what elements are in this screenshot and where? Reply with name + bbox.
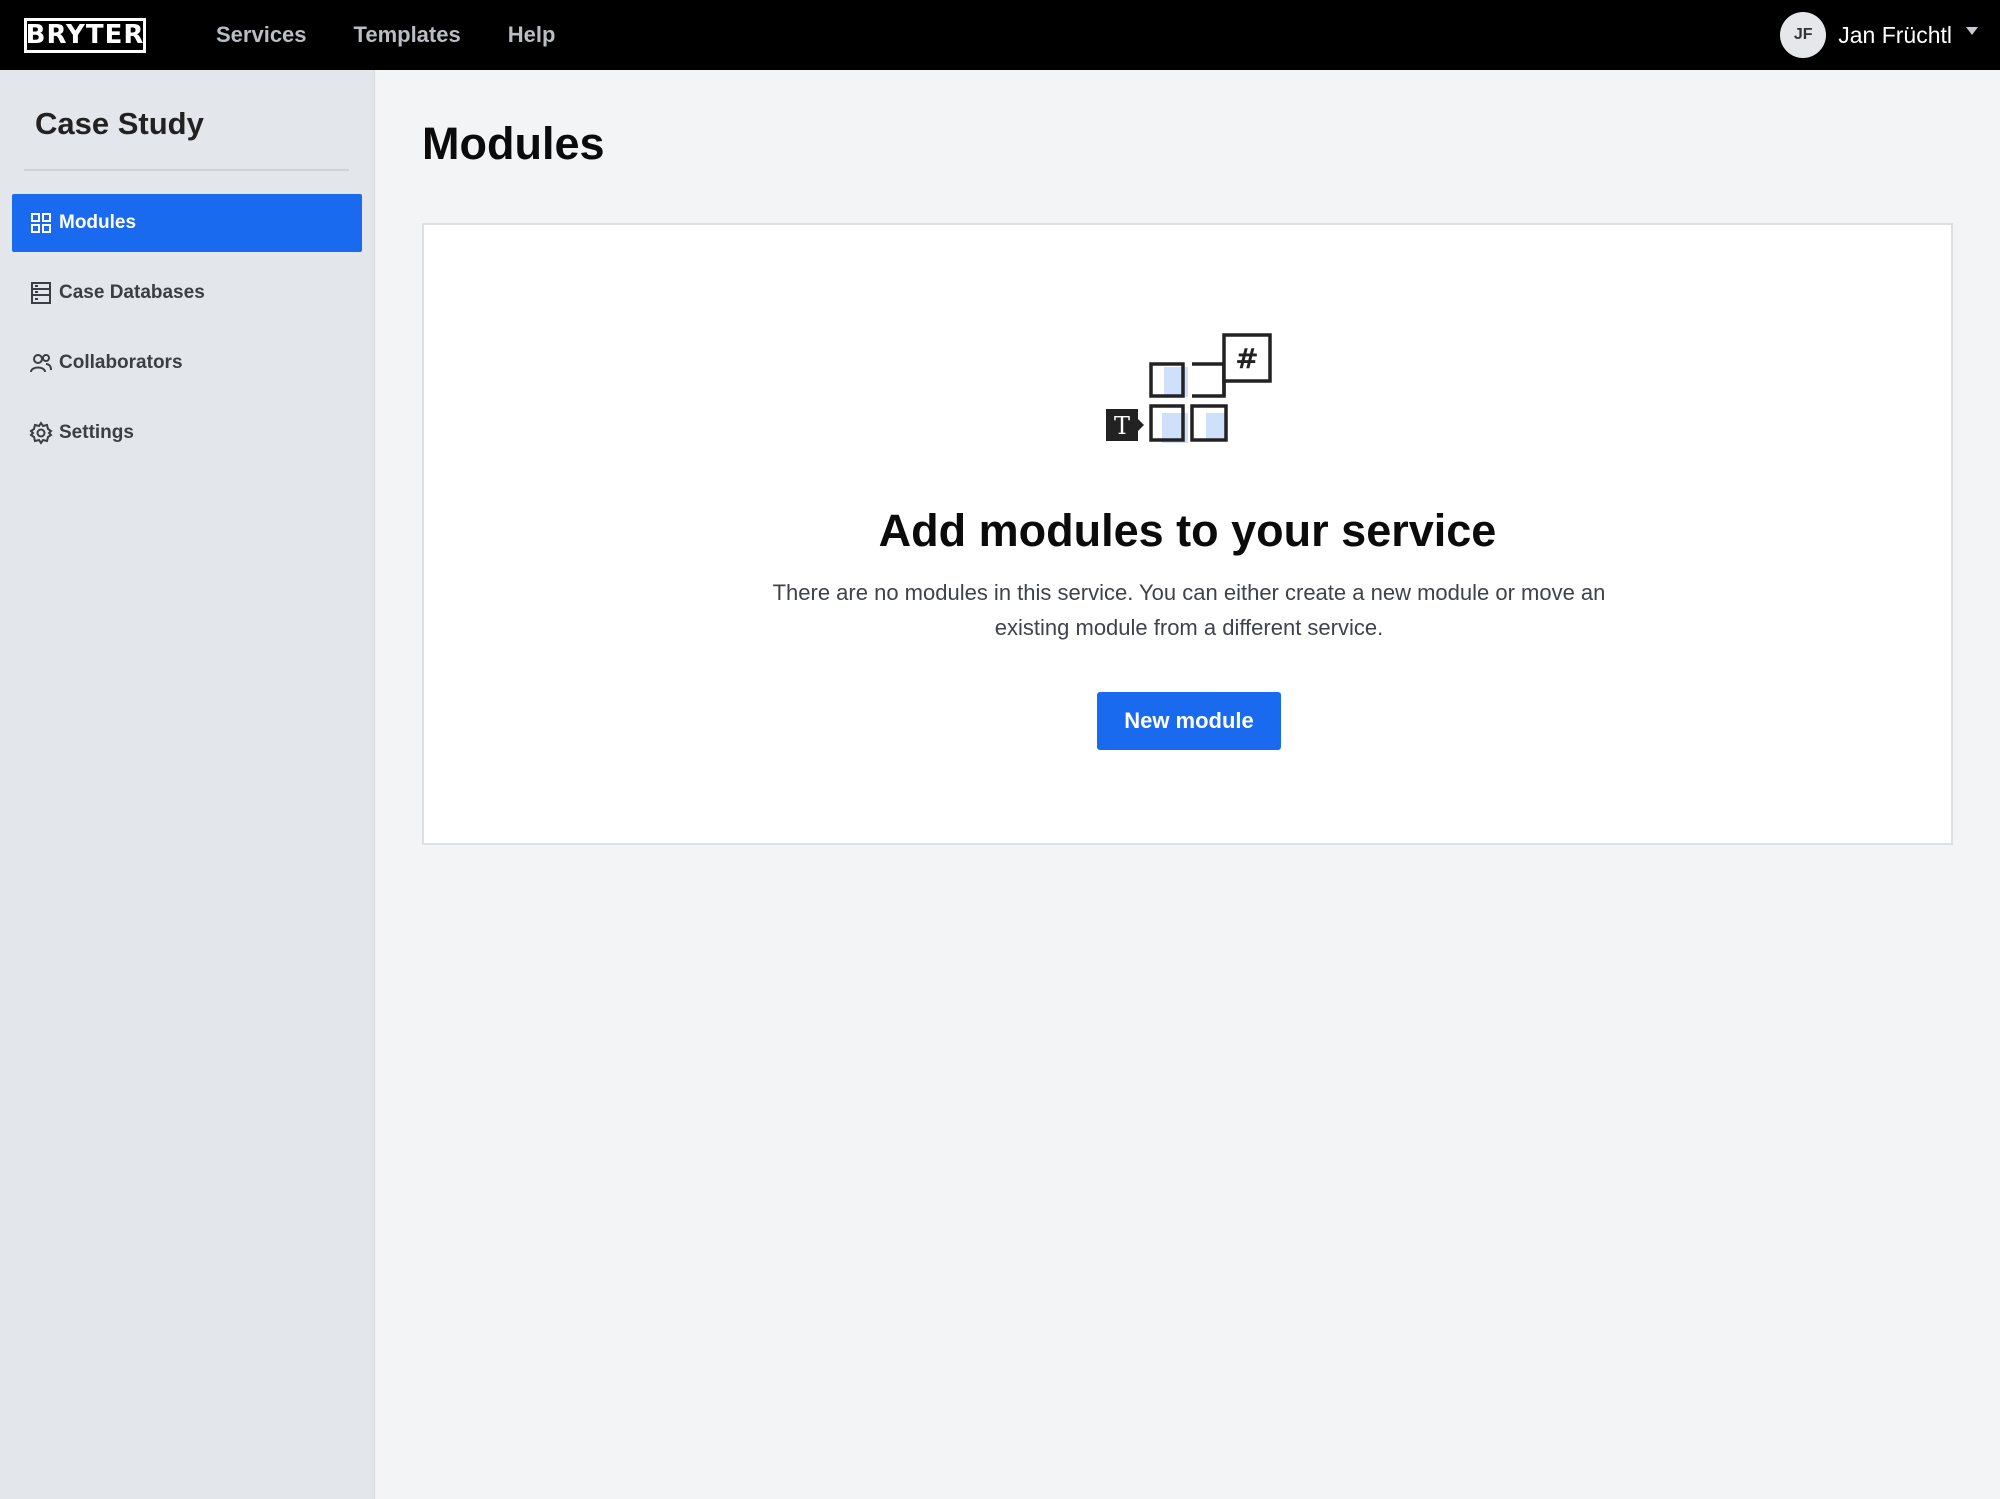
sidebar-divider [24, 169, 349, 171]
bryter-logo[interactable]: BRYTER [24, 17, 146, 53]
modules-illustration-icon: # T [1104, 331, 1274, 451]
sidebar: Case Study Modules Case Databases Collab… [0, 70, 375, 1499]
nav-link-templates[interactable]: Templates [354, 22, 461, 48]
new-module-button[interactable]: New module [1097, 692, 1281, 750]
sidebar-item-settings[interactable]: Settings [12, 404, 362, 462]
sidebar-item-label: Case Databases [59, 282, 205, 303]
chevron-down-icon [1966, 27, 1978, 35]
sidebar-item-case-databases[interactable]: Case Databases [12, 264, 362, 322]
sidebar-item-label: Settings [59, 422, 134, 443]
text-glyph: T [1114, 412, 1130, 440]
project-title: Case Study [35, 106, 204, 141]
database-icon [29, 281, 53, 305]
empty-state-title: Add modules to your service [878, 505, 1497, 556]
sidebar-item-label: Modules [59, 212, 137, 233]
sidebar-item-collaborators[interactable]: Collaborators [12, 334, 362, 392]
top-navigation-bar: BRYTER Services Templates Help JF Jan Fr… [0, 0, 2000, 70]
nav-link-help[interactable]: Help [508, 22, 556, 48]
page-title: Modules [422, 118, 605, 169]
grid-icon [29, 211, 53, 235]
hash-glyph: # [1235, 342, 1258, 375]
avatar: JF [1780, 12, 1827, 58]
main-nav: Services Templates Help [216, 22, 602, 48]
user-menu[interactable]: JF Jan Früchtl [1780, 0, 1978, 70]
sidebar-item-label: Collaborators [59, 352, 183, 373]
empty-state-card: # T Add modules to your service There ar… [422, 223, 1953, 845]
user-name: Jan Früchtl [1838, 21, 1952, 48]
sidebar-item-modules[interactable]: Modules [12, 194, 362, 252]
users-icon [29, 351, 53, 375]
nav-link-services[interactable]: Services [216, 22, 307, 48]
empty-state-description: There are no modules in this service. Yo… [772, 580, 1606, 640]
gear-icon [29, 421, 53, 445]
